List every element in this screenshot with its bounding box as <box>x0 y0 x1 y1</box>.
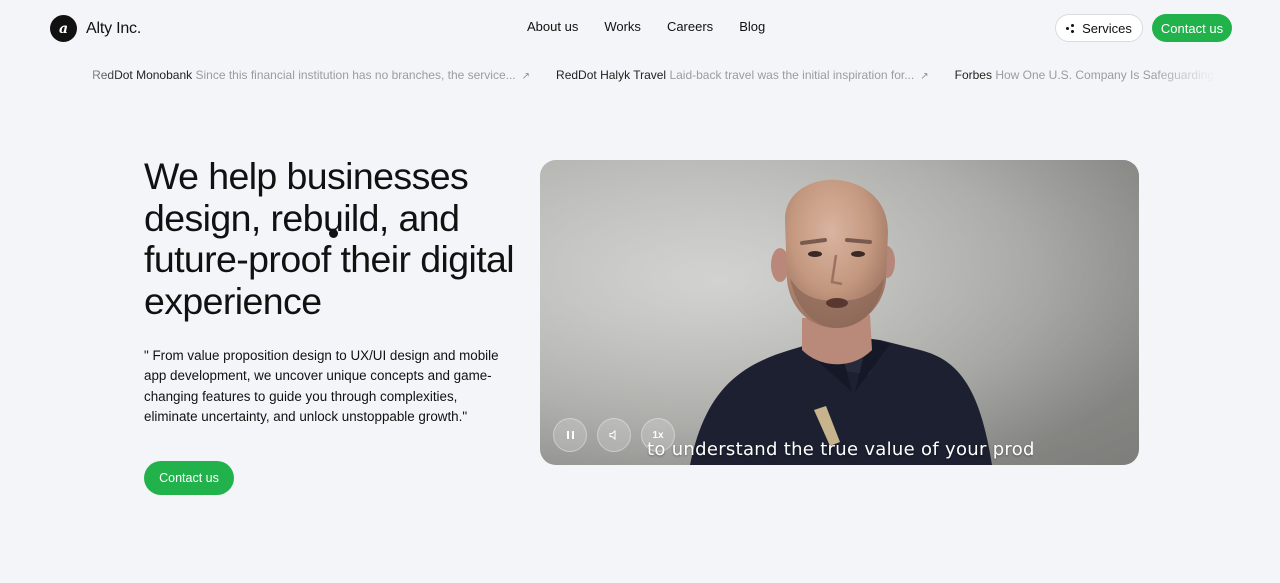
pause-icon <box>566 431 574 439</box>
hero-contact-button[interactable]: Contact us <box>144 461 234 495</box>
nav-item-about-us[interactable]: About us <box>527 19 578 34</box>
site-header: a Alty Inc. About us Works Careers Blog … <box>0 0 1280 56</box>
ticker-fade-left <box>50 66 120 84</box>
speaker-icon <box>609 429 616 441</box>
services-button[interactable]: Services <box>1055 14 1143 42</box>
pause-button[interactable] <box>553 418 587 452</box>
alty-logo-icon: a <box>50 15 77 42</box>
ticker-item-text: Laid-back travel was the initial inspira… <box>669 68 915 82</box>
nav-item-careers[interactable]: Careers <box>667 19 713 34</box>
arrow-up-right-icon: ↗ <box>920 71 929 82</box>
ticker-item-source: RedDot Halyk Travel <box>556 68 667 82</box>
services-button-label: Services <box>1082 20 1132 36</box>
ticker-fade-right <box>1152 66 1232 84</box>
ticker-track: .....↗ RedDot Monobank Since this financ… <box>50 66 1232 84</box>
brand[interactable]: a Alty Inc. <box>50 15 141 42</box>
news-ticker: .....↗ RedDot Monobank Since this financ… <box>50 66 1232 84</box>
nav-item-works[interactable]: Works <box>604 19 641 34</box>
ticker-item-monobank[interactable]: RedDot Monobank Since this financial ins… <box>92 66 530 84</box>
video-caption: to understand the true value of your pro… <box>647 439 1033 460</box>
video-frame-speaker <box>540 160 1139 465</box>
mouse-cursor-dot <box>329 229 338 238</box>
hero-title: We help businesses design, rebuild, and … <box>144 155 515 322</box>
nav-item-blog[interactable]: Blog <box>739 19 765 34</box>
arrow-up-right-icon: ↗ <box>521 71 531 82</box>
brand-name: Alty Inc. <box>86 19 142 37</box>
hero-description: " From value proposition design to UX/UI… <box>144 348 499 424</box>
showreel-video[interactable]: 1x to understand the true value of your … <box>540 160 1139 465</box>
mute-button[interactable] <box>597 418 631 452</box>
ticker-item-source: Forbes <box>954 68 992 82</box>
dots-icon <box>1066 23 1075 33</box>
ticker-item-halyk-travel[interactable]: RedDot Halyk Travel Laid-back travel was… <box>556 66 929 84</box>
main-nav: About us Works Careers Blog <box>527 19 765 34</box>
header-contact-button[interactable]: Contact us <box>1152 14 1232 42</box>
ticker-item-text: Since this financial institution has no … <box>195 68 516 82</box>
